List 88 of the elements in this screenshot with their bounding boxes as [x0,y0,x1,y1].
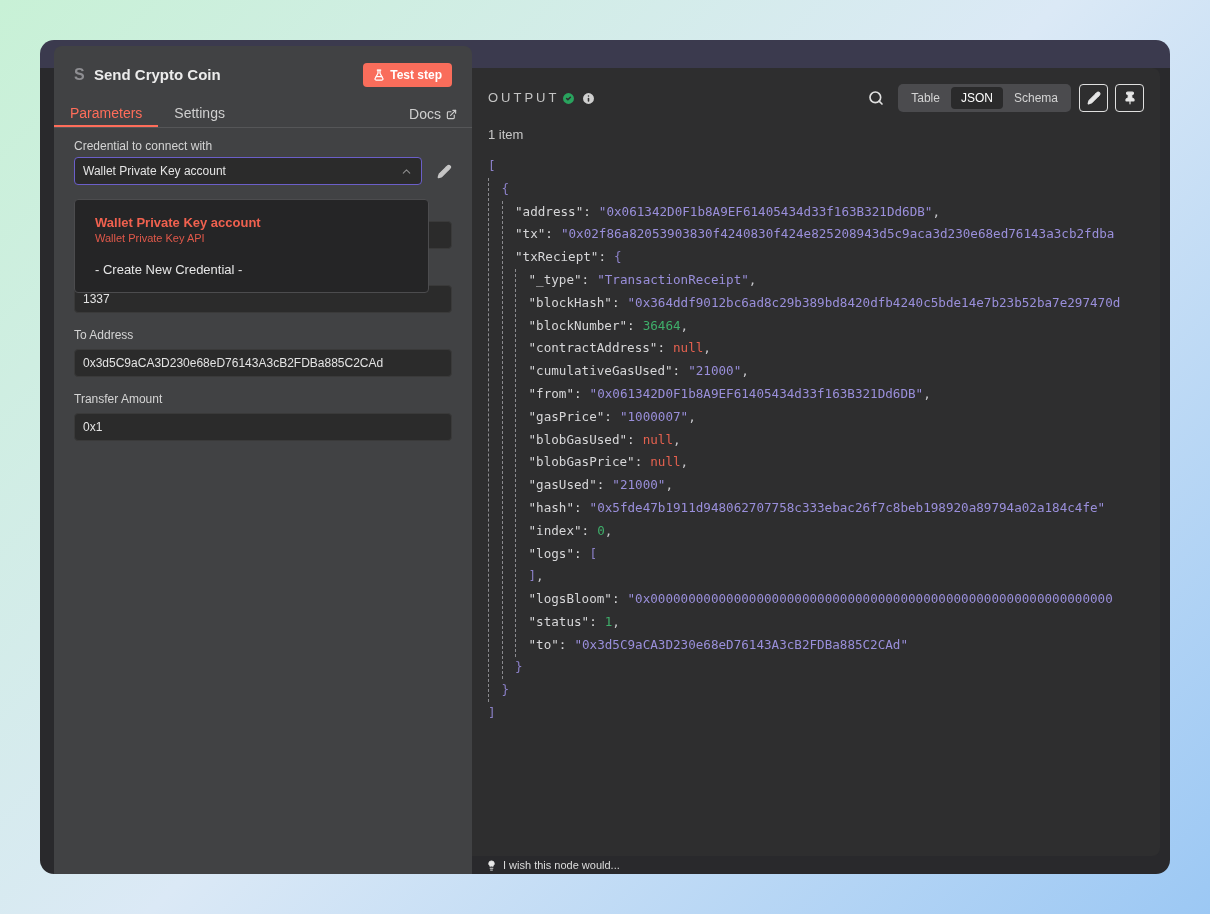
json-null: null [642,430,673,449]
view-tab[interactable]: Table [901,87,950,109]
json-punctuation: , [680,453,689,472]
json-punctuation: , [688,407,696,426]
item-count: 1 item [488,126,524,145]
input-field[interactable]: 0x1 [74,413,452,441]
json-punctuation: , [703,339,711,358]
view-tab[interactable]: JSON [950,87,1003,109]
docs-link[interactable]: Docs [409,102,457,127]
search-icon[interactable] [868,90,885,106]
json-key: "gasUsed": [528,476,605,495]
json-punctuation: , [673,430,681,449]
json-string: "21000" [612,476,666,495]
json-key: "blobGasPrice": [528,453,643,473]
json-punctuation: , [604,521,613,540]
json-key: "gasPrice": [528,407,612,427]
json-null: null [673,339,704,358]
json-string: "1000007" [619,407,689,426]
node-icon: S [74,63,94,87]
tab[interactable]: Settings [158,102,241,127]
pin-button[interactable] [1115,84,1144,112]
json-string: "TransactionReceipt" [597,270,749,289]
dropdown-option[interactable]: Wallet Private Key account Wallet Private Key API [75,208,428,251]
json-key: "tx": [515,225,553,245]
dropdown-option[interactable]: - Create New Credential - [75,251,428,284]
json-key: "cumulativeGasUsed": [528,362,681,381]
json-bracket: { [501,179,510,198]
pencil-icon[interactable] [437,163,452,179]
json-string: "0x061342D0F1b8A9EF61405434d33f163B321Dd6DB" [589,384,924,403]
flask-icon [373,69,386,81]
json-null: null [650,453,681,472]
edit-button[interactable] [1079,84,1108,112]
json-bracket: } [501,681,510,700]
json-punctuation: , [665,476,673,495]
json-punctuation: , [680,316,689,335]
json-punctuation: , [741,362,749,381]
json-punctuation: , [536,567,544,586]
json-string: "0x061342D0F1b8A9EF61405434d33f163B321Dd6DB" [598,202,933,221]
json-key: "index": [528,521,590,541]
check-circle-icon [561,90,577,106]
json-number: 36464 [642,316,681,335]
option-subtitle: Wallet Private Key API [95,231,206,245]
pin-icon [1122,91,1137,105]
view-tab[interactable]: Schema [1003,87,1068,109]
json-key: "txReciept": [515,248,606,268]
json-punctuation: , [612,612,620,631]
json-key: "blobGasUsed": [528,430,635,450]
json-bracket: [ [488,156,496,175]
lightbulb-icon [486,859,497,871]
json-key: "address": [515,202,591,222]
json-bracket: } [515,658,523,677]
json-key: "status": [528,612,597,632]
json-bracket: ] [488,704,496,723]
field-label: Transfer Amount [74,392,163,406]
field-label: To Address [74,328,134,342]
json-key: "from": [528,384,582,404]
json-string: "0x364ddf9012bc6ad8c29b389bd8420dfb4240c5bde14e7b23b52ba7e297470d [627,293,1121,312]
json-key: "blockNumber": [528,316,635,336]
json-bracket: [ [589,544,598,563]
json-number: 1 [604,612,613,631]
external-link-icon [446,109,457,120]
tab[interactable]: Parameters [54,102,159,127]
json-string: "0x3d5C9aCA3D230e68eD76143A3cB2FDBa885C2CAd" [574,635,909,654]
input-field[interactable]: 0x3d5C9aCA3D230e68eD76143A3cB2FDBa885C2CAd [74,349,452,377]
json-bracket: { [614,248,622,267]
json-key: "logsBloom": [528,590,620,609]
pencil-icon [1086,91,1101,105]
json-punctuation: , [932,202,941,221]
info-icon [581,90,597,106]
json-punctuation: , [748,270,757,289]
json-punctuation: , [923,384,931,403]
json-bracket: ] [528,567,537,586]
json-string: "21000" [688,362,742,381]
json-string: "0x5fde47b1911d948062707758c333ebac26f7c8beb198920a89794a02a184c4fe" [589,498,1106,517]
credential-select[interactable]: Wallet Private Key account [74,157,423,185]
json-key: "logs": [528,544,582,564]
json-string: "0x0000000000000000000000000000000000000000000000000000000000000 [627,590,1113,609]
json-string: "0x02f86a82053903830f4240830f424e825208943d5c9aca3d230e68ed76143a3cb2fdba [560,225,1115,244]
json-key: "to": [528,635,567,655]
output-title: OUTPUT [488,89,560,108]
json-key: "_type": [528,270,590,290]
json-key: "hash": [528,498,582,518]
field-label: Credential to connect with [74,139,213,153]
json-key: "contractAddress": [528,339,665,359]
feedback-prompt[interactable]: I wish this node would... [503,856,620,874]
node-title: Send Crypto Coin [94,64,221,85]
json-key: "blockHash": [528,293,620,313]
json-number: 0 [597,521,605,540]
